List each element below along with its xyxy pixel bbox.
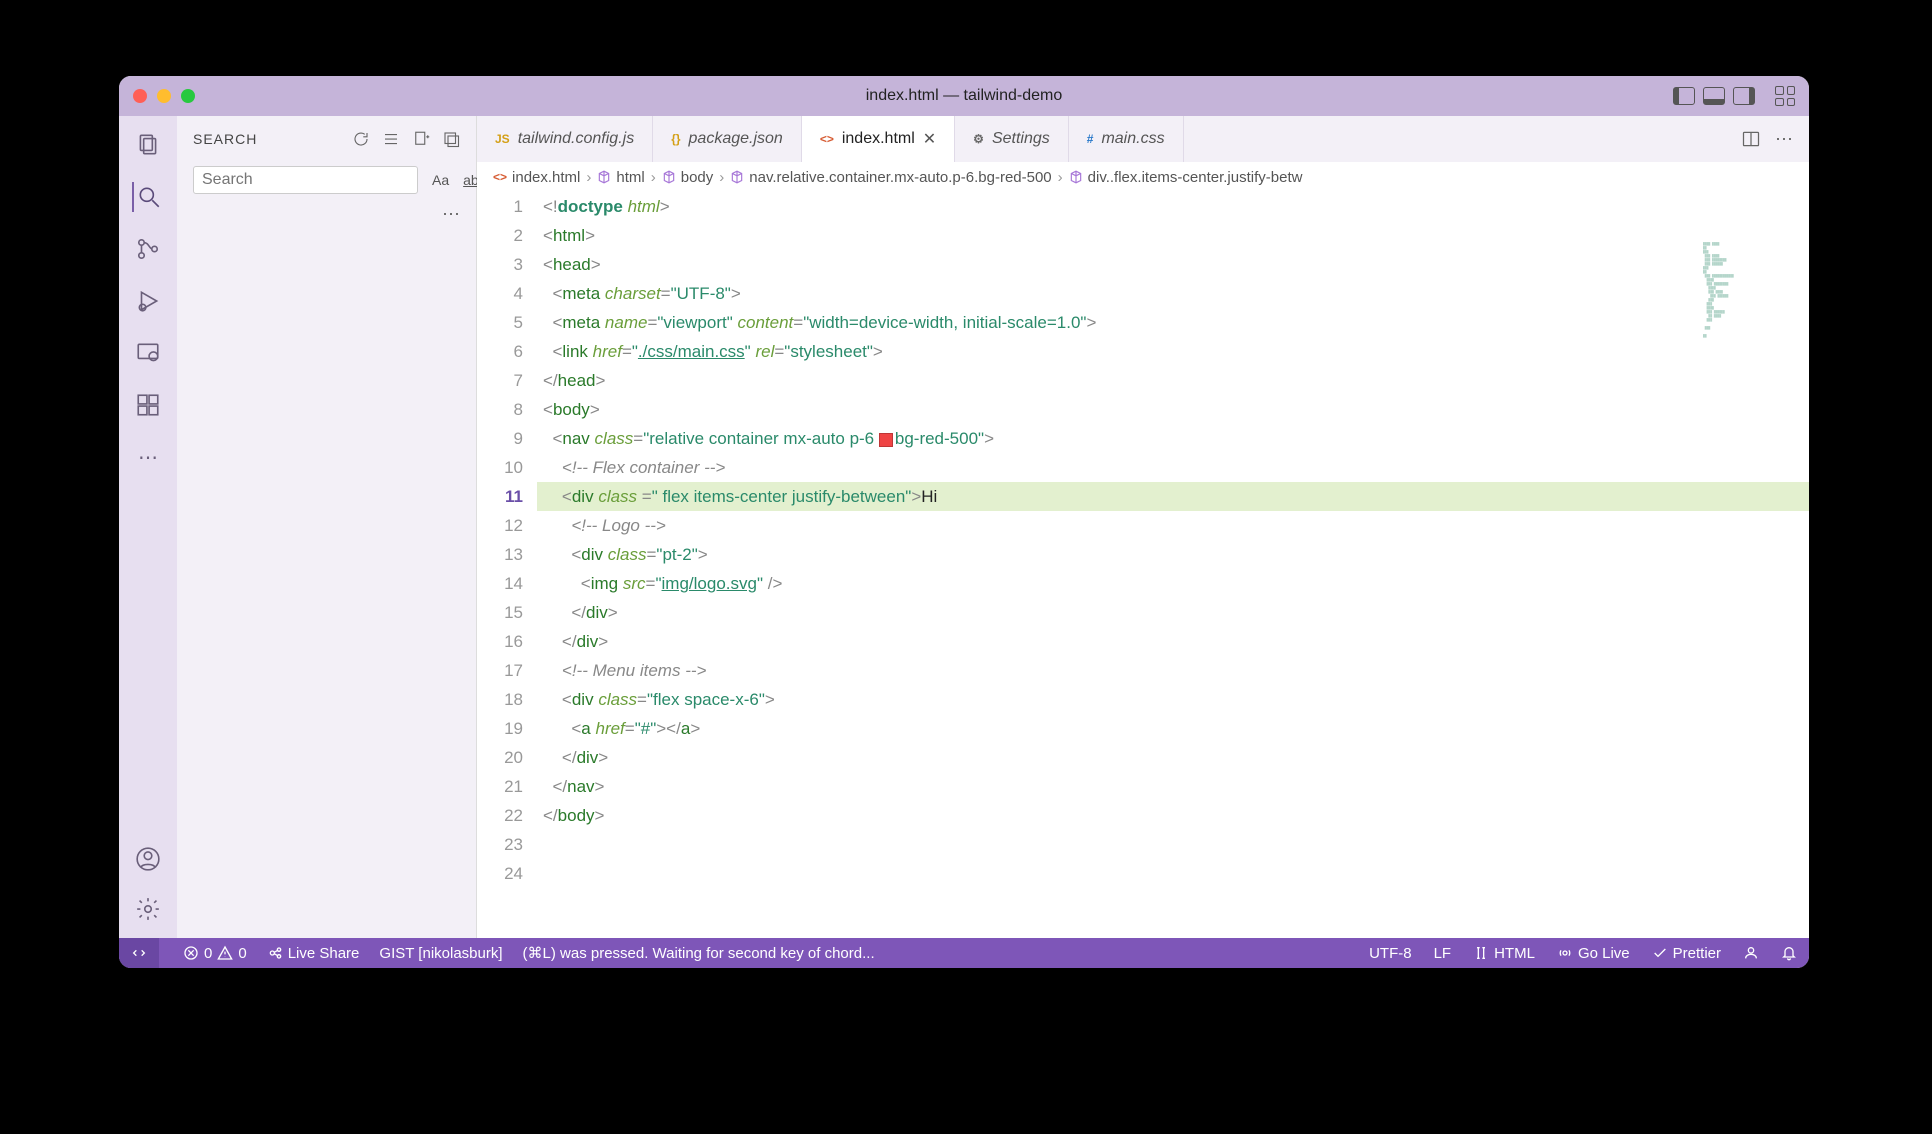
tab-label: package.json [689, 130, 783, 148]
traffic-lights [133, 89, 195, 103]
tab-index-html[interactable]: <> index.html ✕ [802, 116, 955, 162]
symbol-icon [730, 170, 744, 184]
minimap[interactable]: ████ █████████ ███ ████ ███ ████████ ███… [1703, 242, 1803, 362]
minimize-window[interactable] [157, 89, 171, 103]
js-file-icon: JS [495, 132, 510, 146]
vscode-window: index.html — tailwind-demo ⋯ SEARCH Aa a… [119, 76, 1809, 968]
feedback-icon[interactable] [1743, 945, 1759, 961]
tab-package-json[interactable]: {} package.json [653, 116, 802, 162]
breadcrumb-item[interactable]: index.html [512, 169, 580, 186]
refresh-icon[interactable] [352, 130, 370, 148]
symbol-icon [662, 170, 676, 184]
eol-selector[interactable]: LF [1434, 945, 1452, 962]
status-message: (⌘L) was pressed. Waiting for second key… [523, 944, 875, 962]
match-case-toggle[interactable]: Aa [428, 170, 453, 190]
breadcrumb-item[interactable]: html [616, 169, 644, 186]
extensions-icon[interactable] [133, 390, 163, 420]
live-share-button[interactable]: Live Share [267, 945, 360, 962]
zoom-window[interactable] [181, 89, 195, 103]
search-more-icon[interactable]: ⋯ [442, 204, 462, 225]
tab-tailwind-config[interactable]: JS tailwind.config.js [477, 116, 653, 162]
language-selector[interactable]: HTML [1473, 945, 1535, 962]
toggle-bottom-panel-icon[interactable] [1703, 87, 1725, 105]
status-bar: 00 Live Share GIST [nikolasburk] (⌘L) wa… [119, 938, 1809, 968]
sidebar-header: SEARCH [177, 116, 476, 162]
search-sidebar: SEARCH Aa ab .* ⋯ [177, 116, 477, 938]
toggle-right-panel-icon[interactable] [1733, 87, 1755, 105]
breadcrumb-item[interactable]: nav.relative.container.mx-auto.p-6.bg-re… [749, 169, 1051, 186]
collapse-icon[interactable] [442, 130, 460, 148]
breadcrumb-item[interactable]: div..flex.items-center.justify-betw [1088, 169, 1303, 186]
main-body: ⋯ SEARCH Aa ab .* ⋯ JS tailwind.config.js… [119, 116, 1809, 938]
account-icon[interactable] [133, 844, 163, 874]
tab-settings[interactable]: ⚙ Settings [955, 116, 1069, 162]
html-file-icon: <> [820, 132, 834, 146]
more-actions-icon[interactable]: ⋯ [1775, 129, 1793, 150]
close-window[interactable] [133, 89, 147, 103]
toggle-left-panel-icon[interactable] [1673, 87, 1695, 105]
window-title: index.html — tailwind-demo [866, 87, 1063, 105]
tab-label: main.css [1101, 130, 1164, 148]
line-gutter: 123456789101112131415161718192021222324 [477, 192, 537, 938]
symbol-icon [597, 170, 611, 184]
new-file-icon[interactable] [412, 130, 430, 148]
search-row: Aa ab .* [177, 162, 476, 198]
prettier-button[interactable]: Prettier [1652, 945, 1721, 962]
symbol-icon [1069, 170, 1083, 184]
code-editor[interactable]: 123456789101112131415161718192021222324 … [477, 192, 1809, 938]
editor-group: JS tailwind.config.js {} package.json <> in… [477, 116, 1809, 938]
run-debug-icon[interactable] [133, 286, 163, 316]
search-icon[interactable] [132, 182, 162, 212]
titlebar[interactable]: index.html — tailwind-demo [119, 76, 1809, 116]
json-file-icon: {} [671, 132, 680, 146]
tab-main-css[interactable]: # main.css [1069, 116, 1184, 162]
encoding-selector[interactable]: UTF-8 [1369, 945, 1412, 962]
gist-indicator[interactable]: GIST [nikolasburk] [379, 945, 502, 962]
breadcrumb[interactable]: <>index.html› html› body› nav.relative.c… [477, 162, 1809, 192]
source-control-icon[interactable] [133, 234, 163, 264]
search-input[interactable] [193, 166, 418, 194]
html-file-icon: <> [493, 170, 507, 184]
css-file-icon: # [1087, 132, 1094, 146]
activity-bar: ⋯ [119, 116, 177, 938]
remote-explorer-icon[interactable] [133, 338, 163, 368]
tab-label: tailwind.config.js [518, 130, 635, 148]
explorer-icon[interactable] [133, 130, 163, 160]
gear-icon: ⚙ [973, 132, 984, 146]
code-content[interactable]: <!doctype html><html><head> <meta charse… [537, 192, 1809, 938]
remote-indicator[interactable] [119, 938, 159, 968]
tab-label: index.html [842, 130, 915, 148]
settings-gear-icon[interactable] [133, 894, 163, 924]
go-live-button[interactable]: Go Live [1557, 945, 1630, 962]
more-icon[interactable]: ⋯ [133, 442, 163, 472]
sidebar-title: SEARCH [193, 131, 257, 147]
tab-label: Settings [992, 130, 1050, 148]
layout-grid-icon[interactable] [1775, 86, 1795, 106]
close-tab-icon[interactable]: ✕ [923, 129, 936, 149]
problems-indicator[interactable]: 00 [183, 945, 247, 962]
breadcrumb-item[interactable]: body [681, 169, 714, 186]
notifications-icon[interactable] [1781, 945, 1797, 961]
tabs-bar: JS tailwind.config.js {} package.json <> in… [477, 116, 1809, 162]
split-editor-icon[interactable] [1741, 129, 1761, 149]
clear-icon[interactable] [382, 130, 400, 148]
layout-controls [1673, 86, 1795, 106]
